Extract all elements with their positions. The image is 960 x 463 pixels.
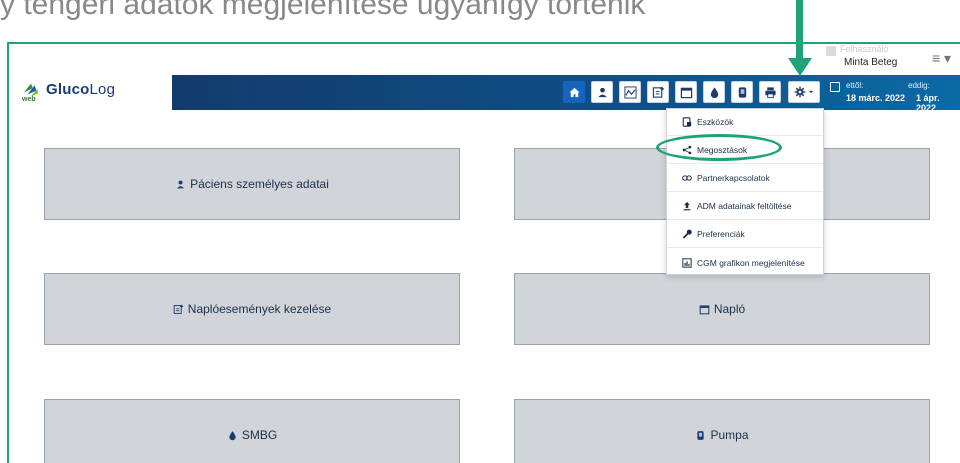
patient-ghost-label: Felhasználó <box>840 44 889 54</box>
menu-item-label: Preferenciák <box>697 229 745 239</box>
home-button[interactable] <box>563 81 585 103</box>
home-icon <box>568 87 580 97</box>
chart-bar-icon <box>682 257 692 268</box>
annotation-arrow-head <box>788 58 812 76</box>
card-label: Páciens személyes adatai <box>190 177 329 191</box>
patient-name: Minta Beteg <box>844 57 898 68</box>
menu-item-cgm-chart[interactable]: CGM grafikon megjelenítése <box>667 249 823 276</box>
menu-item-label: Eszközök <box>697 117 734 127</box>
card-pump[interactable]: Pumpa <box>514 399 930 463</box>
menu-item-label: CGM grafikon megjelenítése <box>697 257 805 268</box>
card-label: Naplóesemények kezelése <box>187 302 332 316</box>
wrench-icon <box>682 229 692 239</box>
menu-item-label: ADM adatainak feltöltése <box>697 201 792 211</box>
notebook-edit-icon <box>652 86 664 98</box>
menu-item-preferences[interactable]: Preferenciák <box>667 221 823 248</box>
card-label: SMBG <box>241 428 278 442</box>
menu-item-devices[interactable]: Eszközök <box>667 109 823 136</box>
person-icon <box>597 87 607 97</box>
hamburger-menu-icon[interactable]: ≡ ▾ <box>932 50 951 67</box>
person-icon <box>177 180 185 188</box>
date-range[interactable]: ettől: eddig: 18 márc. 2022 1 ápr. 2022 <box>830 81 960 113</box>
logo-text: GlucoLog <box>46 80 116 98</box>
card-smbg[interactable]: SMBG <box>44 399 460 463</box>
smbg-button[interactable] <box>703 81 725 103</box>
patient-button[interactable] <box>591 81 613 103</box>
date-from-value: 18 márc. 2022 <box>846 93 906 103</box>
notebook-edit-icon <box>173 304 183 314</box>
date-to-label: eddig: <box>908 81 930 90</box>
card-log-events[interactable]: Naplóesemények kezelése <box>44 273 460 345</box>
pump-icon <box>738 86 746 98</box>
settings-dropdown-button[interactable] <box>788 81 820 103</box>
menu-item-adm-upload[interactable]: ADM adatainak feltöltése <box>667 193 823 220</box>
pump-button[interactable] <box>731 81 753 103</box>
link-icon <box>682 175 692 181</box>
calendar-icon <box>699 304 710 314</box>
card-patient-data[interactable]: Páciens személyes adatai <box>44 148 460 220</box>
chart-line-icon <box>623 85 637 99</box>
patient-checkbox <box>826 46 836 56</box>
chevron-down-icon <box>808 90 814 94</box>
glucose-chart-button[interactable] <box>619 81 641 103</box>
card-label: Pumpa <box>710 428 749 442</box>
logo-subtext: web <box>22 96 36 103</box>
card-diary[interactable]: Napló <box>514 273 930 345</box>
calendar-button[interactable] <box>675 81 697 103</box>
device-icon <box>682 117 692 127</box>
printer-icon <box>764 86 776 98</box>
card-label: Napló <box>713 302 746 316</box>
annotation-highlight-ellipse <box>656 134 782 161</box>
drop-icon <box>229 430 236 440</box>
log-events-button[interactable] <box>647 81 669 103</box>
upload-icon <box>683 201 691 211</box>
caption-text: ý tengeri adatok megjelenítése ugyanígy … <box>0 0 646 21</box>
settings-dropdown-menu: Eszközök Megosztások Partnerkapcsolatok … <box>666 108 824 275</box>
date-from-label: ettől: <box>846 81 864 90</box>
pump-icon <box>697 430 705 440</box>
gear-icon <box>794 86 806 98</box>
annotation-arrow-shaft <box>796 0 803 62</box>
menu-item-partners[interactable]: Partnerkapcsolatok <box>667 165 823 192</box>
calendar-icon <box>680 87 692 98</box>
screenshot: ý tengeri adatok megjelenítése ugyanígy … <box>0 0 960 463</box>
date-to-value: 1 ápr. 2022 <box>916 93 940 113</box>
menu-item-label: Partnerkapcsolatok <box>697 173 770 183</box>
print-button[interactable] <box>759 81 781 103</box>
calendar-small-icon <box>830 82 840 92</box>
drop-icon <box>710 86 718 98</box>
